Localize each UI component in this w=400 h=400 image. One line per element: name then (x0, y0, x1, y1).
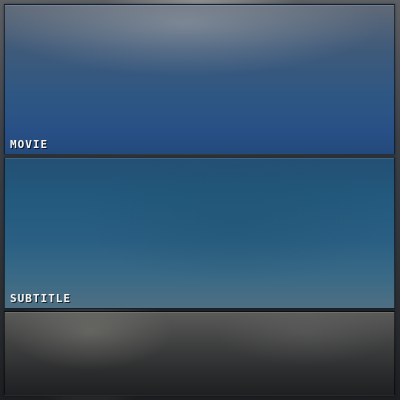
empty-panel (4, 311, 395, 396)
menu-item-movie[interactable]: MOVIE (4, 4, 395, 155)
menu-item-subtitle[interactable]: SUBTITLE (4, 157, 395, 309)
menu-item-movie-label: MOVIE (10, 138, 49, 151)
menu-item-subtitle-label: SUBTITLE (10, 292, 71, 305)
